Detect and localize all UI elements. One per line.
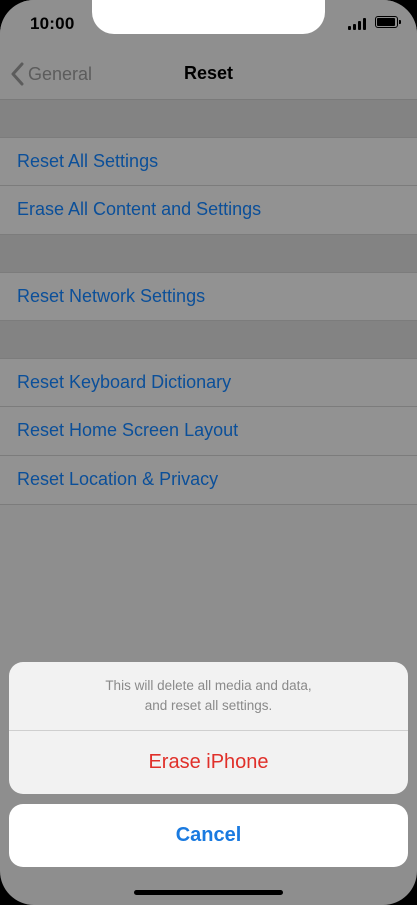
reset-location-privacy-row[interactable]: Reset Location & Privacy [0,456,417,505]
reset-all-settings-row[interactable]: Reset All Settings [0,137,417,186]
row-label: Reset Keyboard Dictionary [17,372,232,392]
navigation-bar: General Reset [0,50,417,100]
cellular-signal-icon [348,18,368,30]
section-gap [0,321,417,358]
page-title: Reset [183,63,234,83]
action-sheet-message: This will delete all media and data, and… [9,662,408,731]
reset-network-settings-row[interactable]: Reset Network Settings [0,272,417,321]
notch [92,0,325,34]
status-time: 10:00 [30,14,75,33]
reset-options-list: Reset All Settings Erase All Content and… [0,100,417,505]
section-gap [0,235,417,272]
cancel-button[interactable]: Cancel [9,804,408,867]
row-label: Reset Home Screen Layout [17,420,239,440]
battery-icon [375,16,401,28]
message-line-2: and reset all settings. [144,698,273,713]
row-label: Erase All Content and Settings [17,199,262,219]
section-gap [0,100,417,137]
row-label: Reset Location & Privacy [17,469,219,489]
phone-screen: 10:00 General Reset Reset All Settings E… [0,0,417,905]
reset-keyboard-dictionary-row[interactable]: Reset Keyboard Dictionary [0,358,417,407]
erase-iphone-button[interactable]: Erase iPhone [9,731,408,794]
row-label: Reset Network Settings [17,286,206,306]
status-bar: 10:00 [0,0,417,50]
row-label: Reset All Settings [17,151,159,171]
message-line-1: This will delete all media and data, [105,678,312,693]
home-indicator[interactable] [134,890,283,895]
erase-all-content-row[interactable]: Erase All Content and Settings [0,186,417,235]
reset-home-screen-layout-row[interactable]: Reset Home Screen Layout [0,407,417,456]
action-sheet: This will delete all media and data, and… [9,662,408,794]
